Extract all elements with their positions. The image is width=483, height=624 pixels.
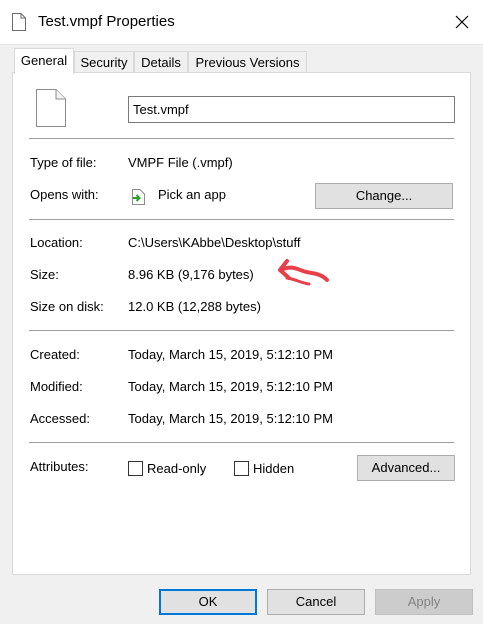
app-picker-icon <box>130 189 146 208</box>
close-button[interactable] <box>440 0 483 44</box>
document-icon <box>12 13 26 31</box>
type-of-file-value: VMPF File (.vmpf) <box>128 155 233 170</box>
hidden-label: Hidden <box>253 461 295 476</box>
tab-details[interactable]: Details <box>134 51 188 72</box>
size-on-disk-value: 12.0 KB (12,288 bytes) <box>128 299 261 314</box>
location-value: C:\Users\KAbbe\Desktop\stuff <box>128 235 301 250</box>
modified-value: Today, March 15, 2019, 5:12:10 PM <box>128 379 333 394</box>
red-arrow-annotation <box>275 256 331 293</box>
accessed-label: Accessed: <box>30 411 90 426</box>
change-button[interactable]: Change... <box>315 183 453 209</box>
ok-button[interactable]: OK <box>159 589 257 615</box>
cancel-button[interactable]: Cancel <box>267 589 365 615</box>
divider <box>29 330 454 331</box>
tab-general[interactable]: General <box>14 48 74 74</box>
type-of-file-label: Type of file: <box>30 155 97 170</box>
created-label: Created: <box>30 347 80 362</box>
location-label: Location: <box>30 235 83 250</box>
divider <box>29 442 454 443</box>
size-on-disk-label: Size on disk: <box>30 299 104 314</box>
accessed-value: Today, March 15, 2019, 5:12:10 PM <box>128 411 333 426</box>
read-only-checkbox[interactable] <box>128 461 143 476</box>
hidden-checkbox[interactable] <box>234 461 249 476</box>
read-only-label: Read-only <box>147 461 207 476</box>
attributes-label: Attributes: <box>30 459 89 474</box>
divider <box>29 138 454 139</box>
title-bar: Test.vmpf Properties <box>0 0 483 45</box>
tab-previous-versions[interactable]: Previous Versions <box>188 51 307 72</box>
divider <box>29 219 454 220</box>
size-value: 8.96 KB (9,176 bytes) <box>128 267 254 282</box>
file-icon <box>36 89 66 130</box>
apply-button[interactable]: Apply <box>375 589 473 615</box>
file-name-field[interactable] <box>128 96 455 123</box>
created-value: Today, March 15, 2019, 5:12:10 PM <box>128 347 333 362</box>
opens-with-value: Pick an app <box>158 187 226 202</box>
opens-with-label: Opens with: <box>30 187 99 202</box>
window-title: Test.vmpf Properties <box>38 13 175 30</box>
close-icon <box>455 15 469 29</box>
modified-label: Modified: <box>30 379 83 394</box>
advanced-button[interactable]: Advanced... <box>357 455 455 481</box>
tab-security[interactable]: Security <box>74 51 134 72</box>
size-label: Size: <box>30 267 59 282</box>
general-panel <box>12 72 471 575</box>
